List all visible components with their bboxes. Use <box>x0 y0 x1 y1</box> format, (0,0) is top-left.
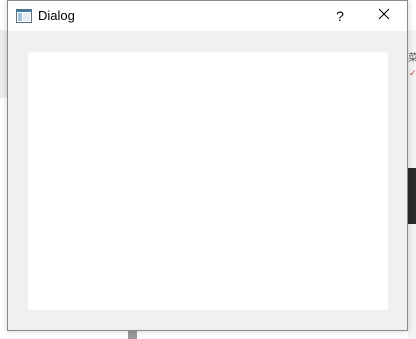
window-icon <box>16 8 32 24</box>
dialog-window: Dialog ? <box>7 0 408 331</box>
background-app-scroll-thumb <box>128 331 137 339</box>
background-app-text: 菜 <box>408 53 416 64</box>
dialog-content-panel <box>28 52 388 310</box>
dialog-titlebar[interactable]: Dialog ? <box>8 1 407 31</box>
dialog-title: Dialog <box>38 8 75 23</box>
background-app-dark-panel <box>408 168 416 224</box>
close-icon <box>378 7 390 25</box>
desktop-screen: 菜 ✓ Dialog ? <box>0 0 416 339</box>
close-button[interactable] <box>361 1 407 31</box>
background-app-mark: ✓ <box>409 68 415 78</box>
help-button[interactable]: ? <box>317 1 363 31</box>
help-label: ? <box>336 8 344 24</box>
